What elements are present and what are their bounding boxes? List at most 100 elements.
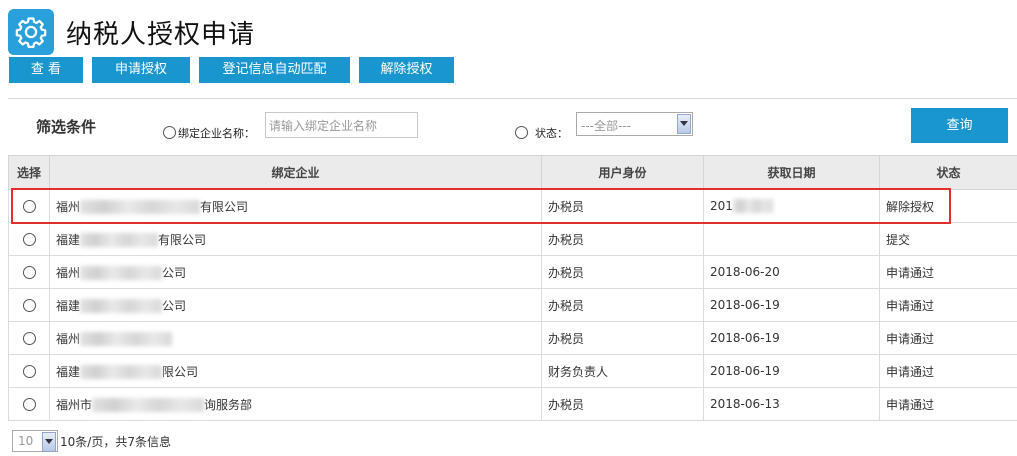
date-cell: 2018-06-19 xyxy=(703,354,880,388)
column-header-status: 状态 xyxy=(879,155,1017,190)
redacted-text xyxy=(732,199,773,214)
row-radio[interactable] xyxy=(22,200,36,213)
search-button[interactable]: 查询 xyxy=(911,108,1008,143)
toolbar: 查 看 申请授权 登记信息自动匹配 解除授权 xyxy=(9,57,463,83)
status-cell: 申请通过 xyxy=(879,387,1017,421)
status-select[interactable]: ---全部--- xyxy=(576,112,693,136)
apply-authorization-button[interactable]: 申请授权 xyxy=(92,57,190,83)
status-filter-radio[interactable] xyxy=(515,126,528,139)
status-select-value: ---全部--- xyxy=(581,119,631,133)
chevron-down-icon[interactable] xyxy=(42,432,56,452)
row-select-cell xyxy=(8,255,50,289)
pagination: 10 10条/页，共7条信息 xyxy=(12,430,171,452)
company-cell: 福州 有限公司 xyxy=(49,189,542,223)
column-header-date: 获取日期 xyxy=(703,155,880,190)
date-cell: 2018-06-19 xyxy=(703,321,880,355)
status-cell: 申请通过 xyxy=(879,255,1017,289)
row-radio[interactable] xyxy=(22,332,36,345)
company-prefix: 福州市 xyxy=(56,397,93,412)
column-header-role: 用户身份 xyxy=(541,155,704,190)
redacted-text xyxy=(80,266,163,280)
row-radio[interactable] xyxy=(22,233,36,246)
date-cell: 2018-06-13 xyxy=(703,387,880,421)
page-header: 纳税人授权申请 xyxy=(8,8,255,56)
gear-icon xyxy=(8,9,54,55)
page-size-select[interactable]: 10 xyxy=(12,430,58,452)
role-cell: 办税员 xyxy=(541,222,704,256)
company-suffix: 有限公司 xyxy=(200,199,249,214)
table-row[interactable]: 福建 有限公司 办税员 提交 xyxy=(8,222,1017,256)
company-prefix: 福州 xyxy=(56,265,81,280)
role-cell: 办税员 xyxy=(541,189,704,223)
company-cell: 福州 xyxy=(49,321,542,355)
company-cell: 福建 公司 xyxy=(49,288,542,322)
status-cell: 申请通过 xyxy=(879,288,1017,322)
row-select-cell xyxy=(8,321,50,355)
page-title: 纳税人授权申请 xyxy=(66,19,256,50)
company-suffix: 公司 xyxy=(162,265,187,280)
table-header-row: 选择 绑定企业 用户身份 获取日期 状态 xyxy=(8,155,1017,190)
page-size-value: 10 xyxy=(18,434,34,448)
date-cell xyxy=(703,222,880,256)
company-cell: 福建 限公司 xyxy=(49,354,542,388)
company-prefix: 福建 xyxy=(56,232,81,247)
revoke-authorization-button[interactable]: 解除授权 xyxy=(359,57,454,83)
redacted-text xyxy=(80,200,201,214)
row-select-cell xyxy=(8,288,50,322)
role-cell: 办税员 xyxy=(541,288,704,322)
role-cell: 办税员 xyxy=(541,321,704,355)
role-cell: 办税员 xyxy=(541,387,704,421)
table-row[interactable]: 福州 公司 办税员 2018-06-20 申请通过 xyxy=(8,255,1017,289)
filter-bar: 筛选条件 绑定企业名称： 请输入绑定企业名称 状态： ---全部--- 查询 xyxy=(0,104,1017,150)
company-name-input[interactable]: 请输入绑定企业名称 xyxy=(265,112,418,138)
view-button[interactable]: 查 看 xyxy=(9,57,83,83)
role-cell: 办税员 xyxy=(541,255,704,289)
redacted-text xyxy=(80,332,173,346)
row-radio[interactable] xyxy=(22,299,36,312)
status-cell: 提交 xyxy=(879,222,1017,256)
auto-match-button[interactable]: 登记信息自动匹配 xyxy=(199,57,350,83)
filter-title: 筛选条件 xyxy=(36,118,97,136)
company-prefix: 福州 xyxy=(56,199,81,214)
company-prefix: 福建 xyxy=(56,364,81,379)
row-radio[interactable] xyxy=(22,398,36,411)
date-cell: 2018-06-20 xyxy=(703,255,880,289)
company-suffix: 公司 xyxy=(162,298,187,313)
column-header-select: 选择 xyxy=(8,155,50,190)
company-suffix: 询服务部 xyxy=(204,397,253,412)
company-filter-label: 绑定企业名称： xyxy=(178,127,255,140)
page-info: 10条/页，共7条信息 xyxy=(60,434,171,449)
row-radio[interactable] xyxy=(22,266,36,279)
redacted-text xyxy=(80,299,163,313)
redacted-text xyxy=(92,398,205,412)
status-cell: 申请通过 xyxy=(879,354,1017,388)
chevron-down-icon[interactable] xyxy=(677,114,691,134)
status-cell: 申请通过 xyxy=(879,321,1017,355)
date-cell: 201 xyxy=(703,189,880,223)
date-text: 201 xyxy=(710,198,733,213)
company-suffix: 限公司 xyxy=(162,364,199,379)
table-row[interactable]: 福建 公司 办税员 2018-06-19 申请通过 xyxy=(8,288,1017,322)
company-cell: 福州市 询服务部 xyxy=(49,387,542,421)
column-header-company: 绑定企业 xyxy=(49,155,542,190)
row-select-cell xyxy=(8,189,50,223)
table-row[interactable]: 福州 有限公司 办税员 201 解除授权 xyxy=(8,189,1017,223)
divider xyxy=(8,98,1017,99)
company-prefix: 福州 xyxy=(56,331,81,346)
status-cell: 解除授权 xyxy=(879,189,1017,223)
company-cell: 福州 公司 xyxy=(49,255,542,289)
company-suffix: 有限公司 xyxy=(158,232,207,247)
row-select-cell xyxy=(8,354,50,388)
authorization-table: 选择 绑定企业 用户身份 获取日期 状态 福州 有限公司 办税员 201 解除授权… xyxy=(8,155,1017,421)
redacted-text xyxy=(80,233,159,247)
table-row[interactable]: 福建 限公司 财务负责人 2018-06-19 申请通过 xyxy=(8,354,1017,388)
company-prefix: 福建 xyxy=(56,298,81,313)
company-filter-radio[interactable] xyxy=(163,126,176,139)
row-radio[interactable] xyxy=(22,365,36,378)
table-row[interactable]: 福州 办税员 2018-06-19 申请通过 xyxy=(8,321,1017,355)
status-filter-label: 状态： xyxy=(535,127,568,140)
redacted-text xyxy=(80,365,163,379)
date-cell: 2018-06-19 xyxy=(703,288,880,322)
table-row[interactable]: 福州市 询服务部 办税员 2018-06-13 申请通过 xyxy=(8,387,1017,421)
row-select-cell xyxy=(8,222,50,256)
